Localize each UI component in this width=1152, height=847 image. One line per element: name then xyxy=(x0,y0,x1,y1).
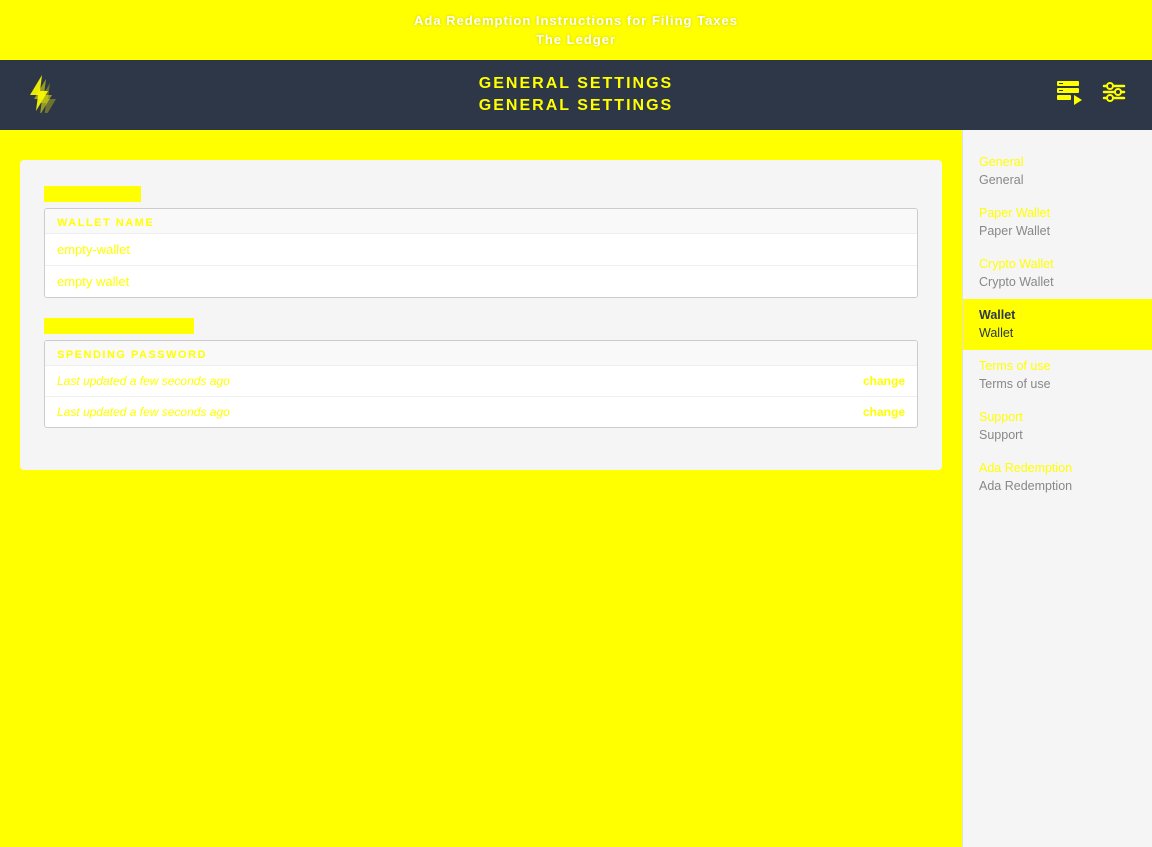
sidebar-crypto-wallet-label-gray: Crypto Wallet xyxy=(979,274,1136,292)
wallet-name-outer-label: WALLET NAME xyxy=(44,186,141,202)
spending-row-1: Last updated a few seconds ago change xyxy=(45,366,917,397)
header: GENERAL SETTINGS GENERAL SETTINGS xyxy=(0,60,1152,130)
settings-card: WALLET NAME WALLET NAME SPENDING PASSWOR… xyxy=(20,160,942,470)
sidebar-ada-redemption-label-yellow: Ada Redemption xyxy=(979,460,1136,478)
wallet-name-input-wrapper: WALLET NAME xyxy=(44,208,918,298)
logo-icon xyxy=(20,73,60,118)
sidebar-wallet-label-active: Wallet xyxy=(979,307,1136,325)
save-button-bar: SAVE xyxy=(20,480,942,524)
sidebar-support-label-yellow: Support xyxy=(979,409,1136,427)
sidebar-item-general[interactable]: General General xyxy=(963,146,1152,197)
banner-line2: The Ledger xyxy=(536,30,616,50)
logo xyxy=(20,73,60,118)
wallet-name-input[interactable] xyxy=(45,234,917,265)
top-banner: Ada Redemption Instructions for Filing T… xyxy=(0,0,1152,60)
spending-password-group: SPENDING PASSWORD SPENDING PASSWORD Last… xyxy=(44,316,918,428)
spending-row-2: Last updated a few seconds ago change xyxy=(45,397,917,427)
spending-password-wrapper: SPENDING PASSWORD Last updated a few sec… xyxy=(44,340,918,428)
sidebar-item-paper-wallet[interactable]: Paper Wallet Paper Wallet xyxy=(963,197,1152,248)
spending-outer-label: SPENDING PASSWORD xyxy=(44,318,194,334)
spending-row-1-text: Last updated a few seconds ago xyxy=(57,374,230,388)
sidebar-paper-wallet-label-gray: Paper Wallet xyxy=(979,223,1136,241)
sidebar-terms-label-yellow: Terms of use xyxy=(979,358,1136,376)
spending-inner-label: SPENDING PASSWORD xyxy=(45,341,917,366)
wallet-name-inner-label: WALLET NAME xyxy=(45,209,917,234)
content-area: WALLET NAME WALLET NAME SPENDING PASSWOR… xyxy=(0,130,962,847)
sidebar-crypto-wallet-label-yellow: Crypto Wallet xyxy=(979,256,1136,274)
sidebar-terms-label-gray: Terms of use xyxy=(979,376,1136,394)
spending-change-2-button[interactable]: change xyxy=(863,405,905,419)
sidebar-paper-wallet-label-yellow: Paper Wallet xyxy=(979,205,1136,223)
inventory-icon-button[interactable] xyxy=(1050,74,1086,116)
header-title-1: GENERAL SETTINGS xyxy=(479,73,673,95)
sidebar-item-crypto-wallet[interactable]: Crypto Wallet Crypto Wallet xyxy=(963,248,1152,299)
sidebar-item-support[interactable]: Support Support xyxy=(963,401,1152,452)
sidebar-item-terms[interactable]: Terms of use Terms of use xyxy=(963,350,1152,401)
save-button[interactable]: SAVE xyxy=(20,480,942,524)
sidebar-ada-redemption-label-gray: Ada Redemption xyxy=(979,478,1136,496)
sidebar-general-label-gray: General xyxy=(979,172,1136,190)
wallet-name-input-2[interactable] xyxy=(45,265,917,297)
header-icons xyxy=(1050,74,1132,116)
spending-row-2-text: Last updated a few seconds ago xyxy=(57,405,230,419)
header-title-2: GENERAL SETTINGS xyxy=(479,95,673,117)
sidebar-item-wallet[interactable]: Wallet Wallet xyxy=(963,299,1152,350)
settings-icon-button[interactable] xyxy=(1096,74,1132,116)
sidebar-general-label-yellow: General xyxy=(979,154,1136,172)
header-title-block: GENERAL SETTINGS GENERAL SETTINGS xyxy=(479,73,673,118)
sidebar-support-label-gray: Support xyxy=(979,427,1136,445)
sidebar-item-ada-redemption[interactable]: Ada Redemption Ada Redemption xyxy=(963,452,1152,503)
wallet-name-group: WALLET NAME WALLET NAME xyxy=(44,184,918,298)
spending-change-1-button[interactable]: change xyxy=(863,374,905,388)
sidebar: General General Paper Wallet Paper Walle… xyxy=(962,130,1152,847)
banner-line1: Ada Redemption Instructions for Filing T… xyxy=(414,11,738,31)
sidebar-wallet-label-sub: Wallet xyxy=(979,325,1136,343)
main-layout: WALLET NAME WALLET NAME SPENDING PASSWOR… xyxy=(0,130,1152,847)
